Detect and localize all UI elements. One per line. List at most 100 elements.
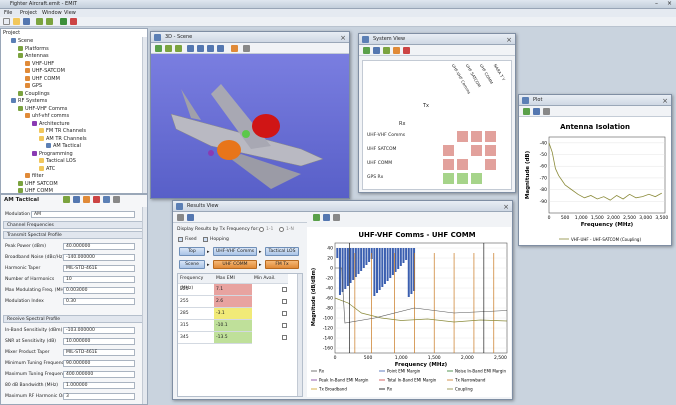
chart-tool-icon-1[interactable] [323, 214, 330, 221]
tree-item[interactable]: Platforms [18, 45, 49, 52]
table-row-max-emi[interactable]: 2.6 [214, 296, 252, 308]
property-value-field[interactable]: MIL-STD-461E [63, 349, 135, 356]
table-row-checkbox[interactable] [282, 311, 287, 316]
scene-antenna-icon[interactable] [231, 45, 238, 52]
interaction-cell[interactable] [485, 145, 496, 156]
properties-tool-icon-2[interactable] [73, 196, 80, 203]
system-tool-icon-1[interactable] [373, 47, 380, 54]
property-value-field[interactable]: 10.000000 [63, 338, 135, 345]
run-icon[interactable] [60, 18, 67, 25]
property-value-field[interactable]: -140.000000 [63, 254, 135, 261]
system-tool-icon-3[interactable] [393, 47, 400, 54]
scene-rotate-icon[interactable] [187, 45, 194, 52]
interaction-cell[interactable] [471, 131, 482, 142]
property-value-field[interactable]: 10 [63, 276, 135, 283]
scene-arrow-down-icon[interactable] [165, 45, 172, 52]
interaction-cell[interactable] [471, 145, 482, 156]
scene-check-icon[interactable] [155, 45, 162, 52]
tree-item[interactable]: Tactical LOS [39, 158, 76, 164]
tree-item[interactable]: Programming [32, 150, 73, 157]
col-min-avail-header[interactable]: Min Avail. [252, 274, 288, 284]
antenna-isolation-chart[interactable]: Antenna Isolation -40 -50 -60 -70 -80 -90 0 500 1… [519, 117, 671, 245]
menu-view[interactable]: View [64, 10, 76, 16]
emi-chart[interactable]: UHF-VHF Comms - UHF COMM 40 20 0 -20 -40 -60 -8… [307, 227, 511, 397]
fm-tx-button[interactable]: FM Tx [265, 260, 299, 269]
menu-window[interactable]: Window [42, 10, 62, 16]
results-tool-icon-2[interactable] [187, 214, 194, 221]
interaction-cell[interactable] [443, 173, 454, 184]
tree-item[interactable]: Architecture [32, 120, 70, 127]
scene-zoom-icon[interactable] [197, 45, 204, 52]
table-row-checkbox[interactable] [282, 335, 287, 340]
property-value-field[interactable]: 40.000000 [63, 243, 135, 250]
radio-1-n[interactable] [279, 227, 284, 232]
property-value-field[interactable]: 400.000000 [63, 371, 135, 378]
table-row-frequency[interactable]: 315 [178, 320, 214, 332]
system-check-icon[interactable] [363, 47, 370, 54]
results-table-scrollbar[interactable] [297, 274, 302, 396]
undo-icon[interactable] [36, 18, 43, 25]
tree-item[interactable]: Couplings [18, 90, 50, 97]
table-row-max-emi[interactable]: -3.1 [214, 308, 252, 320]
properties-scrollbar[interactable] [142, 207, 147, 404]
scene-pan-icon[interactable] [207, 45, 214, 52]
property-value-field[interactable]: -103.000000 [63, 327, 135, 334]
table-row-frequency[interactable]: 345 [178, 332, 214, 344]
minimize-icon[interactable]: – [655, 0, 658, 7]
tree-item[interactable]: UHF-VHF Comms [18, 105, 67, 112]
results-tool-icon-1[interactable] [177, 214, 184, 221]
table-row-frequency[interactable]: 255 [178, 296, 214, 308]
tree-item[interactable]: Antennas [18, 53, 49, 59]
table-row-checkbox[interactable] [282, 323, 287, 328]
system-tool-icon-2[interactable] [383, 47, 390, 54]
transmit-section[interactable]: Transmit Spectral Profile [3, 231, 143, 239]
tree-item[interactable]: uhf-vhf comms [25, 113, 69, 119]
interaction-cell[interactable] [457, 173, 468, 184]
receive-section[interactable]: Receive Spectral Profile [3, 315, 143, 323]
interaction-cell[interactable] [443, 159, 454, 170]
tree-item[interactable]: FM TR Channels [39, 128, 86, 134]
property-value-field[interactable]: 3 [63, 393, 135, 400]
menu-file[interactable]: File [4, 10, 12, 16]
properties-tool-icon-3[interactable] [83, 196, 90, 203]
hopping-checkbox[interactable] [203, 237, 208, 242]
table-row-frequency[interactable]: 285 [178, 308, 214, 320]
plot-check-icon[interactable] [523, 108, 530, 115]
tree-item[interactable]: UHF-SATCOM [25, 68, 65, 74]
property-value-field[interactable]: 0.003000 [63, 287, 135, 294]
channel-frequencies-section[interactable]: Channel Frequencies [3, 221, 143, 229]
save-icon[interactable] [23, 18, 30, 25]
tactical-los-button[interactable]: Tactical LOS [265, 247, 299, 256]
property-value-field[interactable]: 0.30 [63, 298, 135, 305]
uhf-comm-button[interactable]: UHF COMM [213, 260, 257, 269]
open-icon[interactable] [13, 18, 20, 25]
table-row-max-emi[interactable]: -10.1 [214, 320, 252, 332]
tree-item[interactable]: RF Systems [11, 98, 47, 104]
interaction-cell[interactable] [471, 173, 482, 184]
scene-arrow-up-icon[interactable] [175, 45, 182, 52]
properties-tool-icon-6[interactable] [113, 196, 120, 203]
tree-item[interactable]: AM TR Channels [39, 135, 87, 142]
property-value-field[interactable]: 1.000000 [63, 382, 135, 389]
table-row-frequency[interactable]: 225 [178, 284, 214, 296]
chart-tool-icon-2[interactable] [333, 214, 340, 221]
tree-scrollbar[interactable] [142, 37, 147, 193]
properties-tool-icon-4[interactable] [93, 196, 100, 203]
chart-check-icon[interactable] [313, 214, 320, 221]
scene-view-icon[interactable] [243, 45, 250, 52]
table-row-max-emi[interactable]: 7.1 [214, 284, 252, 296]
tree-item[interactable]: filter [25, 173, 44, 179]
tree-item[interactable]: UHF COMM [25, 75, 60, 82]
plot-tool-icon-2[interactable] [543, 108, 550, 115]
fixed-checkbox[interactable] [178, 237, 183, 242]
tree-item[interactable]: VHF-UHF [25, 60, 54, 67]
redo-icon[interactable] [46, 18, 53, 25]
plot-tool-icon-1[interactable] [533, 108, 540, 115]
new-icon[interactable] [3, 18, 10, 25]
table-row-checkbox[interactable] [282, 287, 287, 292]
modulation-select[interactable]: AM [31, 211, 135, 218]
tree-item[interactable]: Scene [11, 38, 33, 44]
tree-item[interactable]: AM Tactical [46, 143, 81, 149]
tree-item[interactable]: UHF SATCOM [18, 180, 58, 187]
scene-button[interactable]: Scene [179, 260, 205, 269]
